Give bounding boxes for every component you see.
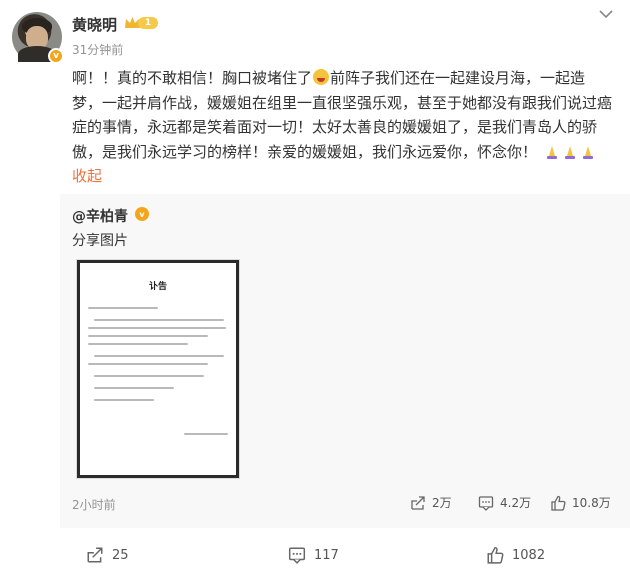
collapse-link[interactable]: 收起 xyxy=(72,167,102,185)
pray-emoji-icon xyxy=(546,145,557,159)
comment-icon xyxy=(288,547,306,564)
post-time[interactable]: 31分钟前 xyxy=(72,41,123,58)
pray-emoji-icon xyxy=(582,145,593,159)
post-text-part1: 啊！！真的不敢相信！胸口被堵住了 xyxy=(72,69,313,87)
verified-icon: v xyxy=(48,48,64,64)
share-count: 25 xyxy=(112,547,129,563)
repost-text: 分享图片 xyxy=(72,233,128,249)
post-text: 啊！！真的不敢相信！胸口被堵住了 前阵子我们还在一起建设月海，一起造梦，一起并肩作… xyxy=(72,66,612,189)
pray-emoji-icon xyxy=(564,145,575,159)
image-title: 讣告 xyxy=(148,282,167,292)
like-count: 1082 xyxy=(512,547,546,563)
author-name[interactable]: 黄晓明 xyxy=(72,14,117,35)
share-icon xyxy=(87,547,103,563)
level-number: 1 xyxy=(138,17,158,29)
repost-image[interactable]: 讣告 xyxy=(77,260,239,478)
repost-time[interactable]: 2小时前 xyxy=(72,496,116,513)
repost-like-button[interactable]: 10.8万 xyxy=(550,494,611,511)
comment-count: 117 xyxy=(314,547,339,563)
weibo-post: v 黄晓明 1 31分钟前 啊！！真的不敢相信！胸口被堵住了 前阵子我们还在一起建… xyxy=(0,0,630,572)
comment-icon xyxy=(478,495,494,511)
like-button[interactable]: 1082 xyxy=(486,546,545,564)
comment-button[interactable]: 117 xyxy=(288,546,339,564)
share-icon xyxy=(411,495,425,510)
share-button[interactable]: 25 xyxy=(86,546,129,564)
repost-comment-button[interactable]: 4.2万 xyxy=(478,494,531,511)
repost-comment-count: 4.2万 xyxy=(500,496,532,510)
repost-share-count: 2万 xyxy=(432,496,452,510)
reposted-content[interactable]: @辛柏青 v 分享图片 讣告 2小时前 2万 4.2万 10.8万 xyxy=(60,194,630,528)
like-icon xyxy=(487,546,504,564)
like-icon xyxy=(551,495,566,511)
avatar[interactable]: v xyxy=(12,12,64,64)
crying-emoji-icon xyxy=(313,69,330,85)
repost-share-button[interactable]: 2万 xyxy=(410,494,452,511)
verified-icon: v xyxy=(135,207,149,221)
repost-author[interactable]: @辛柏青 xyxy=(72,206,128,226)
repost-like-count: 10.8万 xyxy=(572,496,611,510)
member-level-badge[interactable]: 1 xyxy=(124,15,158,31)
chevron-down-icon[interactable] xyxy=(598,8,614,20)
